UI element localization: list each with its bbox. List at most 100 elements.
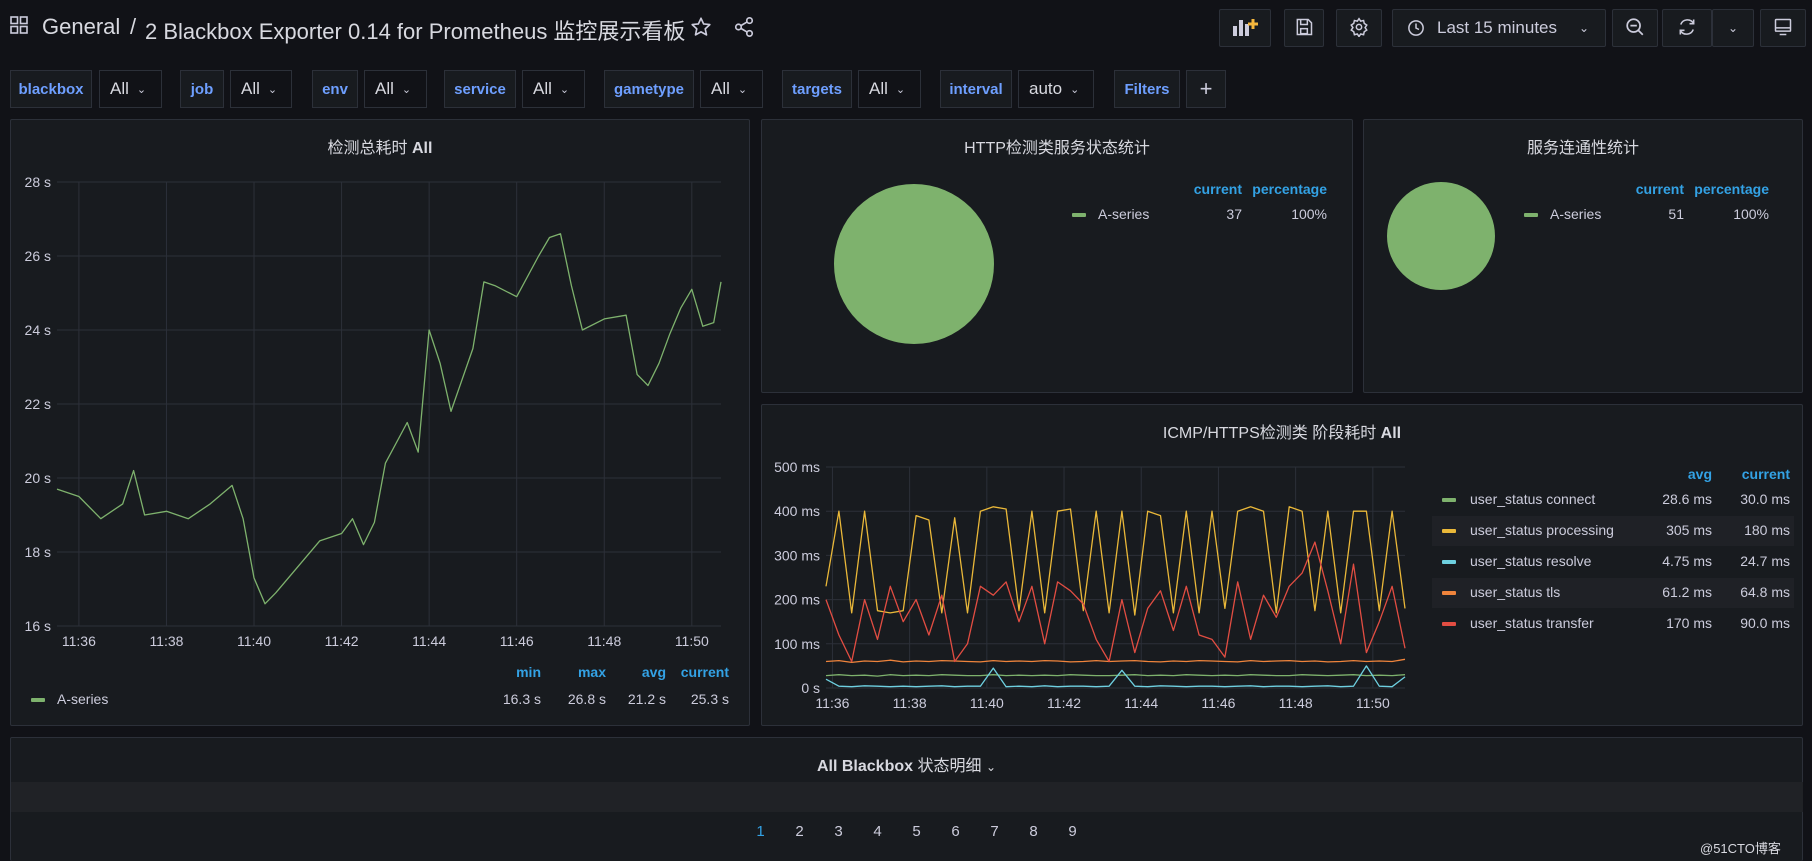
page-button-8[interactable]: 8 <box>1014 823 1053 840</box>
breadcrumb-folder[interactable]: General <box>42 14 120 40</box>
legend-series-name: A-series <box>57 691 109 707</box>
legend-header-max[interactable]: max <box>541 664 606 680</box>
connectivity-pie-chart[interactable] <box>1364 120 1804 394</box>
save-icon <box>1294 17 1314 40</box>
page-button-5[interactable]: 5 <box>897 823 936 840</box>
legend-value-current: 90.0 ms <box>1740 615 1790 631</box>
var-label-job: job <box>180 70 224 108</box>
tv-mode-button[interactable] <box>1760 9 1806 47</box>
legend-swatch <box>1442 529 1456 533</box>
var-select-interval[interactable]: auto ⌄ <box>1018 70 1094 108</box>
settings-button[interactable] <box>1336 9 1382 47</box>
y-tick-label: 20 s <box>25 470 51 486</box>
var-label-gametype: gametype <box>604 70 694 108</box>
chevron-down-icon: ⌄ <box>737 83 748 96</box>
var-select-service[interactable]: All ⌄ <box>522 70 585 108</box>
var-value-env: All <box>375 79 394 98</box>
x-tick-label: 11:36 <box>62 633 96 649</box>
var-label-env: env <box>312 70 358 108</box>
http-pie-chart[interactable] <box>762 120 1354 394</box>
var-select-env[interactable]: All ⌄ <box>364 70 427 108</box>
legend-series-name: user_status processing <box>1470 522 1614 538</box>
add-filter-button[interactable]: + <box>1186 70 1226 108</box>
y-tick-label: 300 ms <box>774 547 820 563</box>
panel-title-text: 状态明细 <box>917 758 982 775</box>
panel-total-duration: 检测总耗时 All 28 s 26 s 24 s 22 s 20 s 18 s 16 s 11… <box>10 119 750 726</box>
legend-swatch <box>1442 622 1456 626</box>
page-button-1[interactable]: 1 <box>741 823 780 840</box>
legend-row[interactable]: user_status transfer 170 ms 90.0 ms <box>1432 609 1794 639</box>
legend-header-min[interactable]: min <box>481 664 541 680</box>
plus-icon: + <box>1199 76 1213 101</box>
x-tick-label: 11:46 <box>1201 695 1235 711</box>
var-select-blackbox[interactable]: All ⌄ <box>99 70 162 108</box>
var-select-gametype[interactable]: All ⌄ <box>700 70 763 108</box>
legend-series[interactable]: A-series <box>1072 206 1149 222</box>
legend-header-percentage[interactable]: percentage <box>1242 181 1327 197</box>
legend-value-min: 16.3 s <box>502 691 541 707</box>
var-select-targets[interactable]: All ⌄ <box>858 70 921 108</box>
x-tick-label: 11:44 <box>1124 695 1158 711</box>
legend-value-avg: 61.2 ms <box>1662 584 1712 600</box>
panel-http-status: HTTP检测类服务状态统计 current percentage A-serie… <box>761 119 1353 393</box>
y-tick-label: 400 ms <box>774 503 820 519</box>
var-label-filters: Filters <box>1114 70 1180 108</box>
total-duration-chart[interactable]: 28 s 26 s 24 s 22 s 20 s 18 s 16 s 11:36 11:38 11… <box>11 120 751 727</box>
y-tick-label: 24 s <box>25 322 51 338</box>
var-select-job[interactable]: All ⌄ <box>230 70 292 108</box>
save-dashboard-button[interactable] <box>1284 9 1324 47</box>
add-panel-button[interactable] <box>1219 9 1271 47</box>
legend-header-current[interactable]: current <box>666 664 729 680</box>
legend-swatch <box>1442 498 1456 502</box>
panel-title[interactable]: All Blackbox 状态明细 ⌄ <box>11 752 1802 776</box>
legend-header-current[interactable]: current <box>1712 466 1790 482</box>
legend-row[interactable]: user_status resolve 4.75 ms 24.7 ms <box>1432 547 1794 577</box>
legend-header-current[interactable]: current <box>1162 181 1242 197</box>
x-tick-label: 11:42 <box>325 633 359 649</box>
pie-slice-a-series[interactable] <box>1387 182 1495 290</box>
page-button-3[interactable]: 3 <box>819 823 858 840</box>
legend-series[interactable]: A-series <box>1524 206 1601 222</box>
refresh-interval-dropdown[interactable]: ⌄ <box>1712 9 1754 47</box>
page-button-9[interactable]: 9 <box>1053 823 1092 840</box>
legend-series-name: user_status tls <box>1470 584 1561 600</box>
legend-value-avg: 4.75 ms <box>1662 553 1712 569</box>
phase-duration-chart[interactable]: 500 ms 400 ms 300 ms 200 ms 100 ms 0 s11:36 11… <box>762 405 1412 727</box>
legend-series[interactable]: A-series <box>31 691 108 707</box>
refresh-button[interactable] <box>1662 9 1712 47</box>
panel-status-table: All Blackbox 状态明细 ⌄ 123456789 <box>10 737 1803 861</box>
x-tick-label: 11:40 <box>237 633 271 649</box>
page-button-4[interactable]: 4 <box>858 823 897 840</box>
page-button-2[interactable]: 2 <box>780 823 819 840</box>
legend-row[interactable]: user_status connect 28.6 ms 30.0 ms <box>1432 485 1794 515</box>
series-line-a-series <box>56 233 722 605</box>
legend-header-avg[interactable]: avg <box>606 664 666 680</box>
page-button-6[interactable]: 6 <box>936 823 975 840</box>
legend-row[interactable]: user_status tls 61.2 ms 64.8 ms <box>1432 578 1794 608</box>
table-header-row <box>11 782 1803 812</box>
legend-value-avg: 170 ms <box>1666 615 1712 631</box>
legend-swatch <box>31 698 45 703</box>
legend-series-name: A-series <box>1550 206 1602 222</box>
y-tick-label: 0 s <box>801 680 820 696</box>
dashboard-grid-icon[interactable] <box>10 16 28 37</box>
legend-header-current[interactable]: current <box>1604 181 1684 197</box>
y-tick-label: 500 ms <box>774 459 820 475</box>
monitor-icon <box>1773 17 1793 40</box>
pie-slice-a-series[interactable] <box>834 184 994 344</box>
legend-swatch <box>1524 213 1538 218</box>
star-icon[interactable] <box>690 16 712 41</box>
var-value-targets: All <box>869 79 888 98</box>
legend-row[interactable]: user_status processing 305 ms 180 ms <box>1432 516 1794 546</box>
legend-header-percentage[interactable]: percentage <box>1684 181 1769 197</box>
chevron-down-icon: ⌄ <box>1727 21 1739 35</box>
x-tick-label: 11:48 <box>1279 695 1313 711</box>
legend-swatch <box>1442 560 1456 564</box>
zoom-out-button[interactable] <box>1612 9 1658 47</box>
page-button-7[interactable]: 7 <box>975 823 1014 840</box>
legend-header-avg[interactable]: avg <box>1642 466 1712 482</box>
dashboard-title[interactable]: 2 Blackbox Exporter 0.14 for Prometheus … <box>145 14 685 46</box>
share-icon[interactable] <box>733 16 755 41</box>
y-tick-label: 16 s <box>25 618 51 634</box>
time-range-picker[interactable]: Last 15 minutes ⌄ <box>1392 9 1606 47</box>
